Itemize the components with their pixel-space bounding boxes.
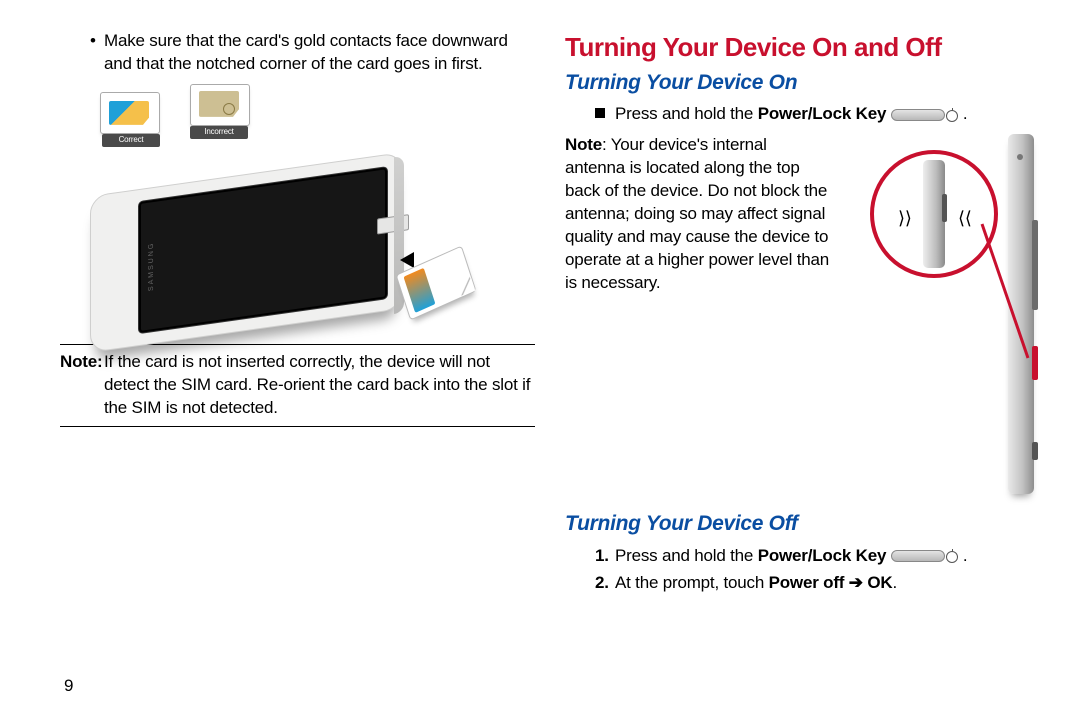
note-label: Note: — [60, 351, 104, 420]
antenna-note-body: : Your device's internal antenna is loca… — [565, 135, 829, 292]
note-label: Note — [565, 135, 602, 154]
power-button-highlight-icon — [1032, 346, 1038, 380]
section-heading: Turning Your Device On and Off — [565, 30, 1040, 65]
power-off-steps: 1. Press and hold the Power/Lock Key . 2… — [595, 545, 1040, 595]
manual-page: • Make sure that the card's gold contact… — [0, 0, 1080, 660]
incorrect-thumb — [190, 84, 250, 126]
sim-note: Note: If the card is not inserted correc… — [60, 351, 535, 420]
sim-orientation-text: Make sure that the card's gold contacts … — [104, 30, 535, 76]
power-button-diagram: ⟩⟩ ⟨⟨ — [860, 134, 1040, 494]
volume-rocker-icon — [1032, 220, 1038, 310]
step-2: 2. At the prompt, touch Power off ➔ OK. — [595, 572, 1040, 595]
subsection-on-heading: Turning Your Device On — [565, 69, 1040, 97]
press-lines-right-icon: ⟨⟨ — [958, 206, 972, 230]
ok-label: OK — [867, 573, 892, 592]
correct-thumb — [100, 92, 160, 134]
left-column: • Make sure that the card's gold contact… — [60, 30, 535, 660]
power-key-icon — [891, 109, 945, 121]
step-1-text: Press and hold the Power/Lock Key . — [615, 545, 967, 568]
step-prefix: Press and hold the — [615, 104, 758, 123]
power-off-label: Power off — [769, 573, 845, 592]
side-port-icon — [1032, 442, 1038, 460]
insert-arrow-icon — [400, 252, 414, 268]
arrow-icon: ➔ — [844, 573, 867, 592]
sim-insert-figure: Correct Incorrect SAMSUNG — [60, 84, 535, 334]
power-key-icon — [891, 550, 945, 562]
callout-circle: ⟩⟩ ⟨⟨ — [870, 150, 998, 278]
divider — [60, 426, 535, 427]
top-port-icon — [1017, 154, 1023, 160]
step-number: 2. — [595, 572, 615, 595]
antenna-note-row: Note: Your device's internal antenna is … — [565, 134, 1040, 494]
antenna-note: Note: Your device's internal antenna is … — [565, 134, 830, 494]
power-on-step: Press and hold the Power/Lock Key . — [595, 103, 1040, 126]
page-number: 9 — [64, 676, 73, 696]
sim-orientation-bullet: • Make sure that the card's gold contact… — [90, 30, 535, 76]
press-lines-left-icon: ⟩⟩ — [898, 206, 912, 230]
square-bullet-icon — [595, 108, 605, 118]
step-2-text: At the prompt, touch Power off ➔ OK. — [615, 572, 897, 595]
power-lock-key-label: Power/Lock Key — [758, 104, 887, 123]
incorrect-label: Incorrect — [190, 126, 248, 139]
correct-label: Correct — [102, 134, 160, 147]
right-column: Turning Your Device On and Off Turning Y… — [565, 30, 1040, 660]
tablet-edge — [90, 152, 400, 351]
bullet-dot-icon: • — [90, 30, 104, 76]
power-lock-key-label: Power/Lock Key — [758, 546, 887, 565]
callout-leader-line — [980, 222, 1030, 362]
note-body: If the card is not inserted correctly, t… — [104, 351, 535, 420]
power-on-text: Press and hold the Power/Lock Key . — [615, 103, 1040, 126]
step-1: 1. Press and hold the Power/Lock Key . — [595, 545, 1040, 568]
subsection-off-heading: Turning Your Device Off — [565, 510, 1040, 538]
step-number: 1. — [595, 545, 615, 568]
